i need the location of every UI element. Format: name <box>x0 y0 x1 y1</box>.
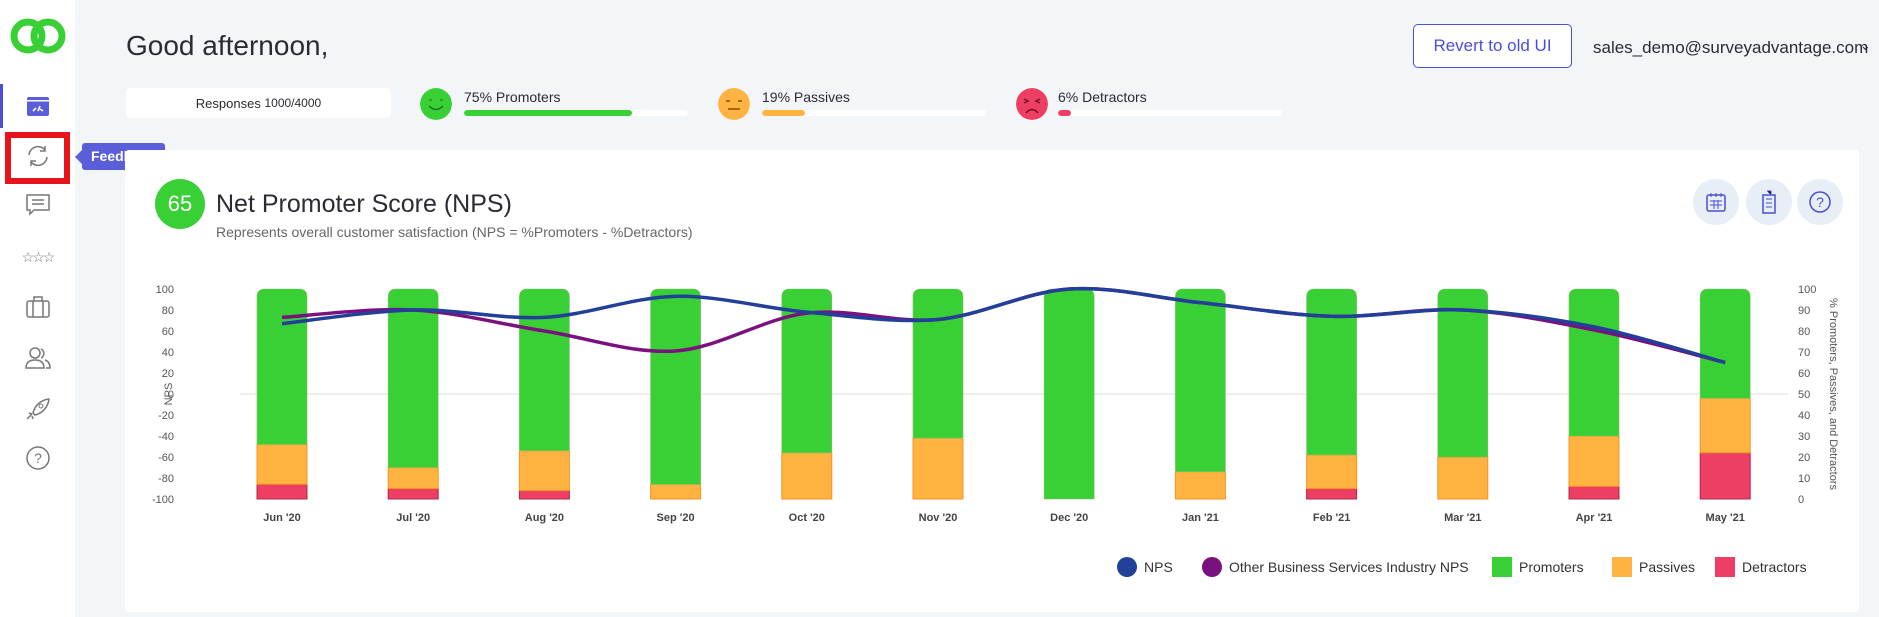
y2-axis-label: % Promoters, Passives, and Detractors <box>1827 298 1839 490</box>
bar-passives <box>912 437 964 500</box>
bar-promoters <box>912 288 964 439</box>
y2-tick-label: 50 <box>1798 389 1810 401</box>
bar-promoters <box>1437 288 1489 458</box>
bar-detractors <box>1699 452 1751 500</box>
bar-promoters <box>1568 288 1620 437</box>
legend-item-label[interactable]: Detractors <box>1742 559 1807 575</box>
bar-passives <box>1437 456 1489 500</box>
y2-tick-label: 60 <box>1798 368 1810 380</box>
bar-detractors <box>1568 485 1620 500</box>
y-tick-label: 60 <box>162 326 174 338</box>
bar-promoters <box>256 288 308 445</box>
y-axis-label: NPS <box>163 383 175 406</box>
y2-tick-label: 80 <box>1798 326 1810 338</box>
x-tick-label: Oct '20 <box>789 512 825 524</box>
x-tick-label: Jul '20 <box>396 512 430 524</box>
bar-promoters <box>1043 288 1095 500</box>
bar-promoters <box>519 288 570 451</box>
bar-passives <box>518 450 570 492</box>
y-tick-label: 80 <box>162 305 174 317</box>
y-tick-label: 40 <box>162 347 174 359</box>
x-tick-label: Sep '20 <box>657 512 695 524</box>
y-tick-label: -20 <box>158 410 174 422</box>
legend-item-label[interactable]: Other Business Services Industry NPS <box>1229 559 1469 575</box>
nps-chart: 100 80 60 40 20 0 -20 -40 -60 -80 -100 100 90 80 70 60 5… <box>152 284 1839 577</box>
y-tick-label: 100 <box>156 284 174 296</box>
bar-passives <box>1174 471 1226 500</box>
legend-marker <box>1715 557 1735 577</box>
bar-promoters <box>650 288 701 485</box>
x-tick-label: Nov '20 <box>919 512 958 524</box>
bar-detractors <box>387 488 439 500</box>
nps-line <box>281 286 1726 365</box>
bar-passives <box>1699 397 1751 454</box>
bar-promoters <box>1175 288 1226 472</box>
y-tick-label: -60 <box>158 452 174 464</box>
bar-detractors <box>518 490 570 500</box>
bar-detractors <box>256 483 308 500</box>
y-tick-label: 20 <box>162 368 174 380</box>
x-tick-label: Dec '20 <box>1050 512 1088 524</box>
legend-marker <box>1492 557 1512 577</box>
bar-passives <box>1568 435 1620 487</box>
y-tick-label: -80 <box>158 473 174 485</box>
x-tick-label: Jan '21 <box>1182 512 1219 524</box>
legend-marker <box>1202 557 1222 577</box>
y-tick-label: -100 <box>152 494 174 506</box>
legend-item-label[interactable]: Promoters <box>1519 559 1584 575</box>
bar-passives <box>1306 454 1358 489</box>
y2-tick-label: 70 <box>1798 347 1810 359</box>
x-tick-label: May '21 <box>1706 512 1745 524</box>
bar-promoters <box>387 288 439 468</box>
y2-tick-label: 20 <box>1798 452 1810 464</box>
x-tick-label: Feb '21 <box>1313 512 1350 524</box>
x-tick-label: Jun '20 <box>263 512 300 524</box>
bar-detractors <box>1306 488 1358 500</box>
bar-promoters <box>1699 288 1751 399</box>
legend-item-label[interactable]: NPS <box>1144 559 1173 575</box>
y2-tick-label: 0 <box>1798 494 1804 506</box>
y2-tick-label: 100 <box>1798 284 1816 296</box>
bar-passives <box>781 452 833 500</box>
y2-tick-label: 40 <box>1798 410 1810 422</box>
bar-passives <box>387 467 439 489</box>
bar-passives <box>650 483 702 500</box>
legend-item-label[interactable]: Passives <box>1639 559 1695 575</box>
bar-passives <box>256 443 308 485</box>
x-tick-label: Mar '21 <box>1444 512 1481 524</box>
industry-nps-line <box>281 286 1726 365</box>
x-tick-label: Aug '20 <box>525 512 564 524</box>
y-tick-label: -40 <box>158 431 174 443</box>
y2-tick-label: 10 <box>1798 473 1810 485</box>
y2-tick-label: 90 <box>1798 305 1810 317</box>
x-tick-label: Apr '21 <box>1576 512 1613 524</box>
legend-marker <box>1117 557 1137 577</box>
y2-tick-label: 30 <box>1798 431 1810 443</box>
legend-marker <box>1612 557 1632 577</box>
